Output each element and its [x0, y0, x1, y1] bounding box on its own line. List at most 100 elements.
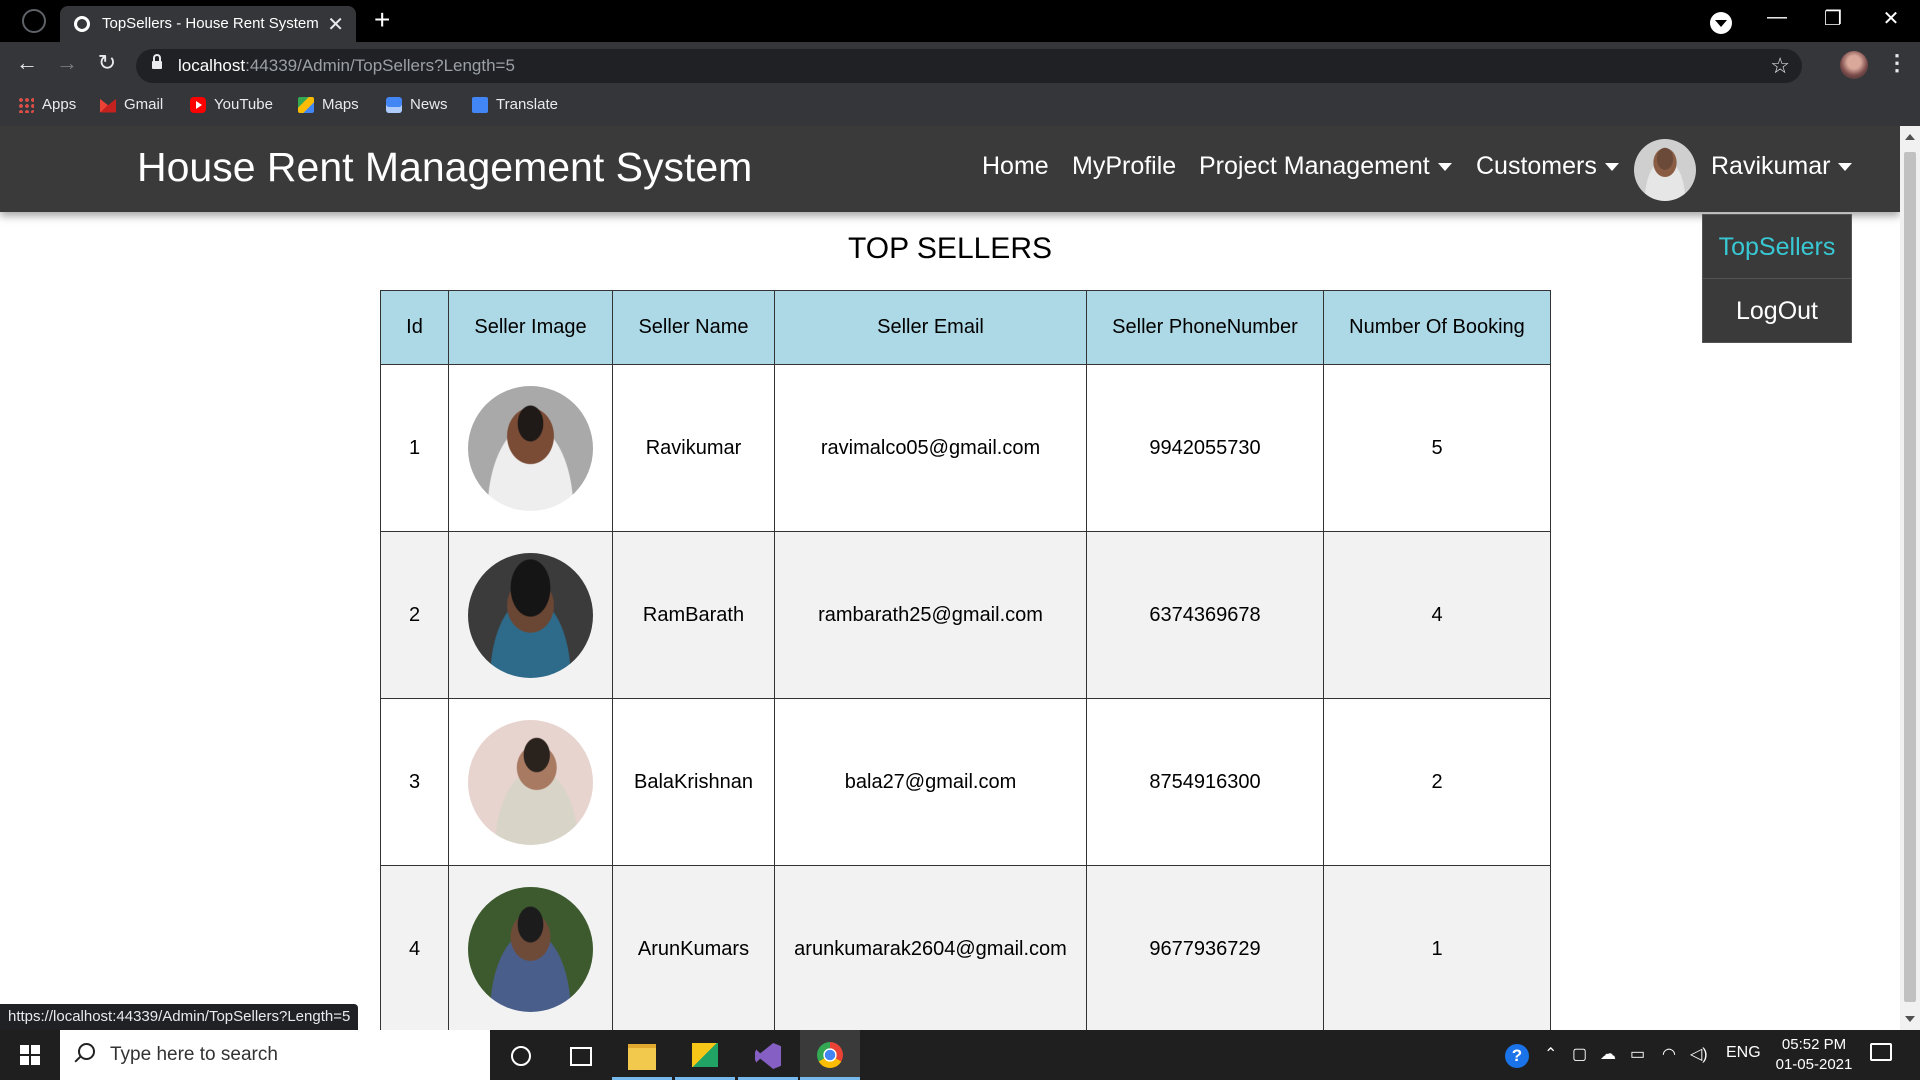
tray-device-icon[interactable]: ▢	[1572, 1044, 1587, 1064]
profile-avatar-icon[interactable]	[1840, 51, 1868, 79]
editor-app-icon[interactable]	[675, 1030, 735, 1080]
tray-overflow-chevron-icon[interactable]: ⌃	[1544, 1044, 1557, 1064]
status-bar-url: https://localhost:44339/Admin/TopSellers…	[0, 1004, 359, 1030]
task-view-icon[interactable]	[550, 1030, 610, 1080]
browser-toolbar: ← → ↻ localhost:44339/Admin/TopSellers?L…	[0, 42, 1920, 88]
bookmarks-bar: Apps Gmail YouTube Maps News Translate	[0, 88, 1920, 126]
cortana-icon[interactable]	[490, 1030, 550, 1080]
globe-icon	[74, 16, 90, 32]
table-row: 2 RamBarath rambarath25@gmail.com 637436…	[380, 531, 1551, 699]
scroll-down-arrow-icon[interactable]	[1905, 1016, 1915, 1022]
windows-taskbar: Type here to search ? ⌃ ▢ ☁ ▭ ◠ ◁) ENG 0…	[0, 1030, 1920, 1080]
windows-start-icon[interactable]	[20, 1045, 40, 1065]
browser-titlebar: TopSellers - House Rent System ✕ + — ❐ ✕	[0, 0, 1920, 42]
seller-photo	[468, 385, 593, 511]
cell-seller-name: Ravikumar	[612, 364, 775, 532]
caret-down-icon	[1838, 163, 1853, 172]
scroll-thumb[interactable]	[1904, 152, 1916, 1002]
restore-button[interactable]: ❐	[1818, 6, 1848, 31]
scroll-up-arrow-icon[interactable]	[1905, 134, 1915, 140]
close-window-button[interactable]: ✕	[1876, 6, 1906, 31]
bookmark-youtube[interactable]: YouTube	[190, 96, 273, 113]
url-text[interactable]: localhost:44339/Admin/TopSellers?Length=…	[178, 56, 515, 76]
visual-studio-icon[interactable]	[738, 1030, 798, 1080]
clock-time: 05:52 PM	[1781, 1036, 1847, 1053]
bookmark-gmail[interactable]: Gmail	[100, 96, 163, 113]
search-placeholder: Type here to search	[110, 1044, 278, 1065]
site-brand[interactable]: House Rent Management System	[137, 144, 752, 191]
translate-icon	[472, 96, 488, 113]
column-header-seller-name: Seller Name	[612, 290, 775, 365]
bookmark-translate[interactable]: Translate	[472, 96, 558, 113]
cell-seller-image	[448, 698, 613, 866]
bookmark-apps[interactable]: Apps	[18, 96, 76, 113]
bookmark-star-icon[interactable]: ☆	[1770, 53, 1790, 79]
cell-seller-email: ravimalco05@gmail.com	[774, 364, 1087, 532]
clock-date: 01-05-2021	[1775, 1056, 1853, 1073]
site-header: House Rent Management System Home MyProf…	[0, 126, 1900, 212]
maps-icon	[298, 96, 314, 113]
cell-bookings: 5	[1323, 364, 1551, 532]
page-viewport: House Rent Management System Home MyProf…	[0, 126, 1920, 1030]
cell-id: 1	[380, 364, 449, 532]
menu-item-logout[interactable]: LogOut	[1703, 279, 1851, 343]
apps-grid-icon	[18, 96, 34, 113]
nav-project-management[interactable]: Project Management	[1199, 152, 1452, 181]
cell-seller-email: bala27@gmail.com	[774, 698, 1087, 866]
bookmark-maps[interactable]: Maps	[298, 96, 359, 113]
nav-myprofile[interactable]: MyProfile	[1072, 152, 1176, 181]
chrome-icon[interactable]	[800, 1030, 860, 1080]
tab-search-icon[interactable]	[1710, 12, 1732, 34]
back-arrow-icon[interactable]: ←	[12, 50, 42, 76]
table-row: 3 BalaKrishnan bala27@gmail.com 87549163…	[380, 698, 1551, 866]
cell-seller-image	[448, 364, 613, 532]
new-tab-button[interactable]: +	[374, 5, 390, 35]
taskbar-clock[interactable]: 05:52 PM 01-05-2021	[1764, 1035, 1864, 1075]
reload-icon[interactable]: ↻	[92, 50, 122, 76]
file-explorer-icon[interactable]	[612, 1030, 672, 1080]
address-bar[interactable]: localhost:44339/Admin/TopSellers?Length=…	[136, 49, 1802, 83]
volume-icon[interactable]: ◁)	[1690, 1044, 1708, 1064]
news-icon	[386, 96, 402, 113]
search-icon	[78, 1043, 95, 1060]
nav-customers[interactable]: Customers	[1476, 152, 1619, 181]
browser-tab[interactable]: TopSellers - House Rent System ✕	[60, 6, 356, 42]
cell-seller-phone: 9677936729	[1086, 865, 1324, 1030]
wifi-icon[interactable]: ◠	[1662, 1044, 1676, 1064]
minimize-button[interactable]: —	[1762, 6, 1792, 29]
bookmark-news[interactable]: News	[386, 96, 448, 113]
tab-close-icon[interactable]: ✕	[327, 12, 344, 37]
page-scrollbar[interactable]	[1900, 126, 1920, 1030]
caret-down-icon	[1437, 163, 1452, 172]
table-row: 4 ArunKumars arunkumarak2604@gmail.com 9…	[380, 865, 1551, 1030]
seller-photo	[468, 886, 593, 1012]
taskbar-search-box[interactable]: Type here to search	[60, 1030, 490, 1080]
nav-user-menu[interactable]: Ravikumar	[1711, 152, 1853, 181]
cell-seller-phone: 8754916300	[1086, 698, 1324, 866]
onedrive-cloud-icon[interactable]: ☁	[1600, 1044, 1616, 1064]
page-title: TOP SELLERS	[848, 232, 1052, 265]
cell-seller-image	[448, 865, 613, 1030]
battery-icon[interactable]: ▭	[1630, 1044, 1645, 1064]
cell-seller-email: arunkumarak2604@gmail.com	[774, 865, 1087, 1030]
browser-menu-icon[interactable]: ⋮	[1886, 50, 1908, 76]
nav-home[interactable]: Home	[982, 152, 1049, 181]
help-icon[interactable]: ?	[1505, 1044, 1529, 1068]
notification-center-icon[interactable]	[1870, 1043, 1892, 1061]
user-avatar[interactable]	[1634, 139, 1696, 201]
language-indicator[interactable]: ENG	[1726, 1044, 1761, 1062]
cell-bookings: 4	[1323, 531, 1551, 699]
github-icon[interactable]	[22, 9, 46, 33]
column-header-seller-image: Seller Image	[448, 290, 613, 365]
cell-bookings: 1	[1323, 865, 1551, 1030]
cell-seller-name: RamBarath	[612, 531, 775, 699]
table-row: 1 Ravikumar ravimalco05@gmail.com 994205…	[380, 364, 1551, 532]
column-header-id: Id	[380, 290, 449, 365]
lock-icon[interactable]	[152, 54, 162, 71]
top-sellers-table: Id Seller Image Seller Name Seller Email…	[380, 290, 1551, 1030]
seller-photo	[468, 719, 593, 845]
seller-photo	[468, 552, 593, 678]
forward-arrow-icon[interactable]: →	[52, 50, 82, 76]
cell-seller-image	[448, 531, 613, 699]
cell-id: 2	[380, 531, 449, 699]
